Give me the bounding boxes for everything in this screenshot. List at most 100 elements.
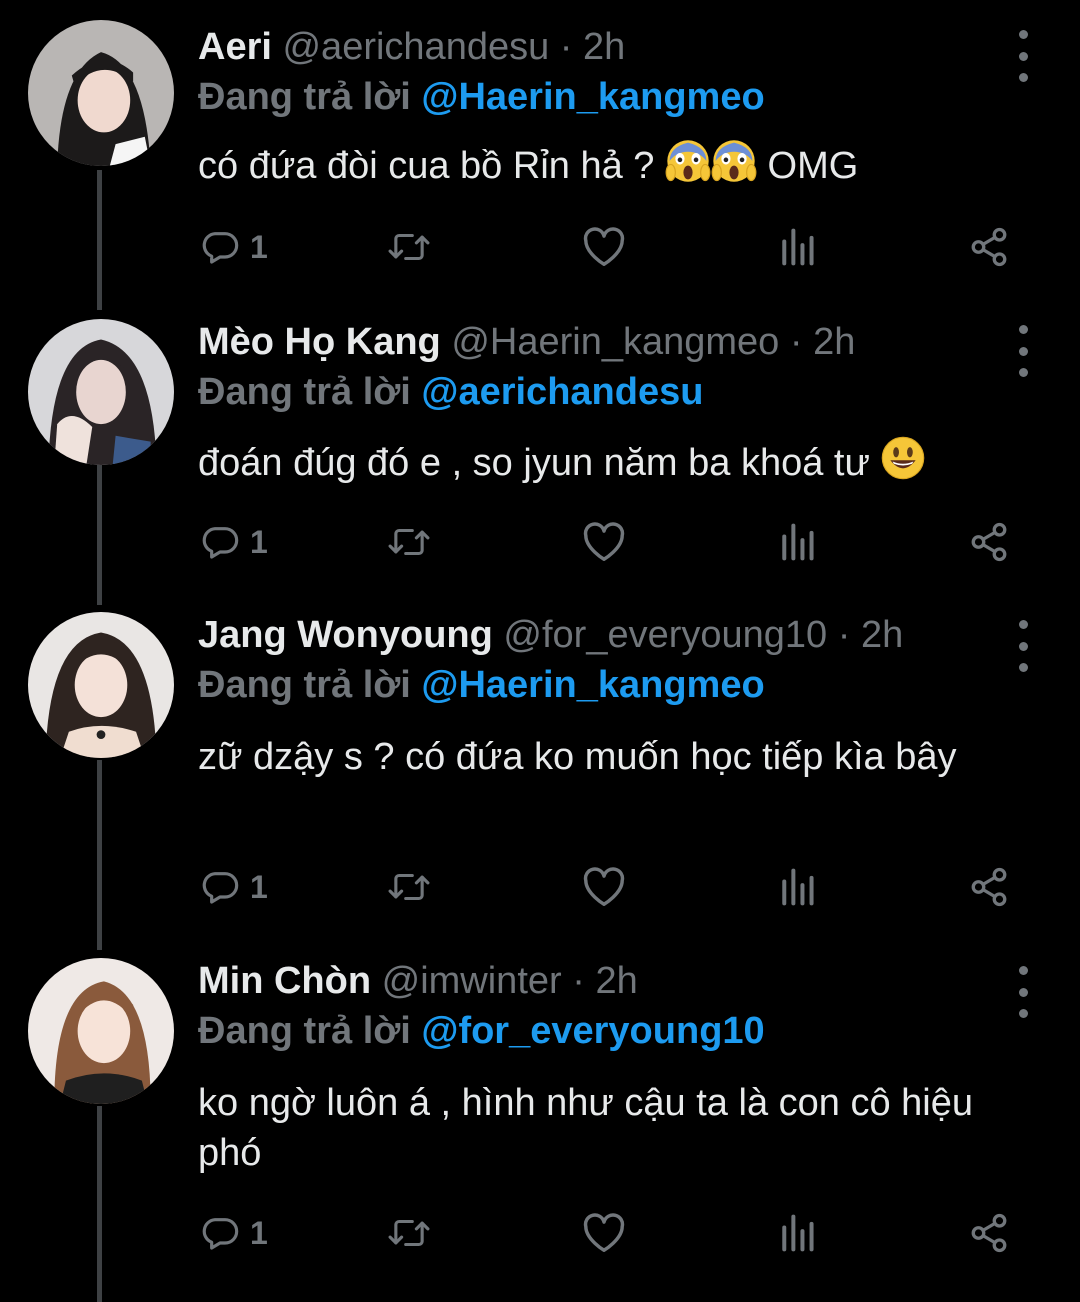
more-vertical-icon[interactable]: [1010, 966, 1036, 1018]
share-button[interactable]: [968, 222, 1010, 272]
reply-to-handle[interactable]: @Haerin_kangmeo: [421, 664, 764, 706]
avatar[interactable]: [28, 612, 174, 758]
like-button[interactable]: [582, 862, 626, 912]
display-name[interactable]: Aeri: [198, 26, 272, 68]
tweet[interactable]: Min Chòn @imwinter · 2h Đang trả lời @fo…: [0, 936, 1080, 1302]
separator-dot: ·: [837, 614, 851, 656]
retweet-icon: [388, 528, 430, 556]
tweet-text: có đứa đòi cua bồ Rỉn hả ? OMG: [198, 138, 1018, 191]
reply-label: Đang trả lời: [198, 371, 411, 413]
like-button[interactable]: [582, 517, 626, 567]
action-bar: 1: [0, 222, 1080, 272]
reply-button[interactable]: 1: [200, 1208, 268, 1258]
action-bar: 1: [0, 1208, 1080, 1258]
reply-context: Đang trả lời @aerichandesu: [198, 369, 703, 415]
user-handle[interactable]: @imwinter: [382, 960, 562, 1002]
reply-context: Đang trả lời @Haerin_kangmeo: [198, 662, 765, 708]
reply-icon: [202, 527, 239, 559]
heart-icon: [583, 1213, 625, 1252]
reply-to-handle[interactable]: @Haerin_kangmeo: [421, 76, 764, 118]
reply-count: 1: [250, 868, 268, 905]
timestamp[interactable]: 2h: [861, 614, 903, 656]
avatar-photo: [28, 612, 174, 758]
tweet[interactable]: Aeri @aerichandesu · 2h Đang trả lời @Ha…: [0, 0, 1080, 295]
face-screaming-in-fear-icon: [711, 140, 757, 182]
more-vertical-icon[interactable]: [1010, 325, 1036, 377]
user-handle[interactable]: @for_everyoung10: [503, 614, 827, 656]
timestamp[interactable]: 2h: [813, 321, 855, 363]
tweet-text-tail: OMG: [767, 145, 859, 187]
reply-label: Đang trả lời: [198, 664, 411, 706]
more-vertical-icon[interactable]: [1010, 620, 1036, 672]
avatar[interactable]: [28, 958, 174, 1104]
avatar-photo: [28, 958, 174, 1104]
display-name[interactable]: Jang Wonyoung: [198, 614, 493, 656]
heart-icon: [583, 522, 625, 561]
face-screaming-in-fear-icon: [665, 140, 711, 182]
tweet[interactable]: Mèo Họ Kang @Haerin_kangmeo · 2h Đang tr…: [0, 295, 1080, 590]
tweet-text: ko ngờ luôn á , hình như cậu ta là con c…: [198, 1078, 988, 1178]
reply-icon: [202, 232, 239, 264]
reply-icon: [202, 872, 239, 904]
retweet-icon: [388, 233, 430, 261]
retweet-icon: [388, 1219, 430, 1247]
reply-context: Đang trả lời @Haerin_kangmeo: [198, 74, 765, 120]
reply-count: 1: [250, 228, 268, 265]
timestamp[interactable]: 2h: [583, 26, 625, 68]
retweet-icon: [388, 873, 430, 901]
like-button[interactable]: [582, 222, 626, 272]
display-name[interactable]: Mèo Họ Kang: [198, 321, 441, 363]
views-button[interactable]: [778, 862, 816, 912]
tweet[interactable]: Jang Wonyoung @for_everyoung10 · 2h Đang…: [0, 590, 1080, 935]
more-vertical-icon[interactable]: [1010, 30, 1036, 82]
reply-to-handle[interactable]: @aerichandesu: [421, 371, 703, 413]
separator-dot: ·: [789, 321, 803, 363]
avatar[interactable]: [28, 319, 174, 465]
share-button[interactable]: [968, 517, 1010, 567]
reply-button[interactable]: 1: [200, 517, 268, 567]
timestamp[interactable]: 2h: [595, 960, 637, 1002]
tweet-text-main: ko ngờ luôn á , hình như cậu ta là con c…: [198, 1082, 973, 1174]
grinning-face-icon: [882, 436, 925, 480]
reply-to-handle[interactable]: @for_everyoung10: [421, 1010, 764, 1052]
like-button[interactable]: [582, 1208, 626, 1258]
share-button[interactable]: [968, 862, 1010, 912]
views-icon: [782, 228, 814, 266]
retweet-button[interactable]: [386, 517, 432, 567]
avatar[interactable]: [28, 20, 174, 166]
user-handle[interactable]: @aerichandesu: [282, 26, 549, 68]
retweet-button[interactable]: [386, 1208, 432, 1258]
share-icon: [971, 227, 1007, 267]
tweet-text: zữ dzậy s ? có đứa ko muốn học tiếp kìa …: [198, 732, 988, 782]
reply-context: Đang trả lời @for_everyoung10: [198, 1008, 765, 1054]
views-icon: [782, 523, 814, 561]
views-button[interactable]: [778, 222, 816, 272]
user-handle[interactable]: @Haerin_kangmeo: [451, 321, 779, 363]
reply-button[interactable]: 1: [200, 862, 268, 912]
share-icon: [971, 867, 1007, 907]
tweet-text-main: có đứa đòi cua bồ Rỉn hả ?: [198, 145, 655, 187]
share-button[interactable]: [968, 1208, 1010, 1258]
heart-icon: [583, 867, 625, 906]
avatar-photo: [28, 319, 174, 465]
share-icon: [971, 1213, 1007, 1253]
tweet-text-main: zữ dzậy s ? có đứa ko muốn học tiếp kìa …: [198, 736, 957, 778]
reply-button[interactable]: 1: [200, 222, 268, 272]
display-name[interactable]: Min Chòn: [198, 960, 371, 1002]
action-bar: 1: [0, 862, 1080, 912]
reply-label: Đang trả lời: [198, 76, 411, 118]
separator-dot: ·: [572, 960, 585, 1002]
views-icon: [782, 868, 814, 906]
retweet-button[interactable]: [386, 862, 432, 912]
reply-count: 1: [250, 1214, 268, 1251]
views-icon: [782, 1214, 814, 1252]
retweet-button[interactable]: [386, 222, 432, 272]
heart-icon: [583, 227, 625, 266]
views-button[interactable]: [778, 517, 816, 567]
avatar-photo: [28, 20, 174, 166]
reply-icon: [202, 1218, 239, 1250]
views-button[interactable]: [778, 1208, 816, 1258]
separator-dot: ·: [559, 26, 573, 68]
action-bar: 1: [0, 517, 1080, 567]
reply-label: Đang trả lời: [198, 1010, 411, 1052]
